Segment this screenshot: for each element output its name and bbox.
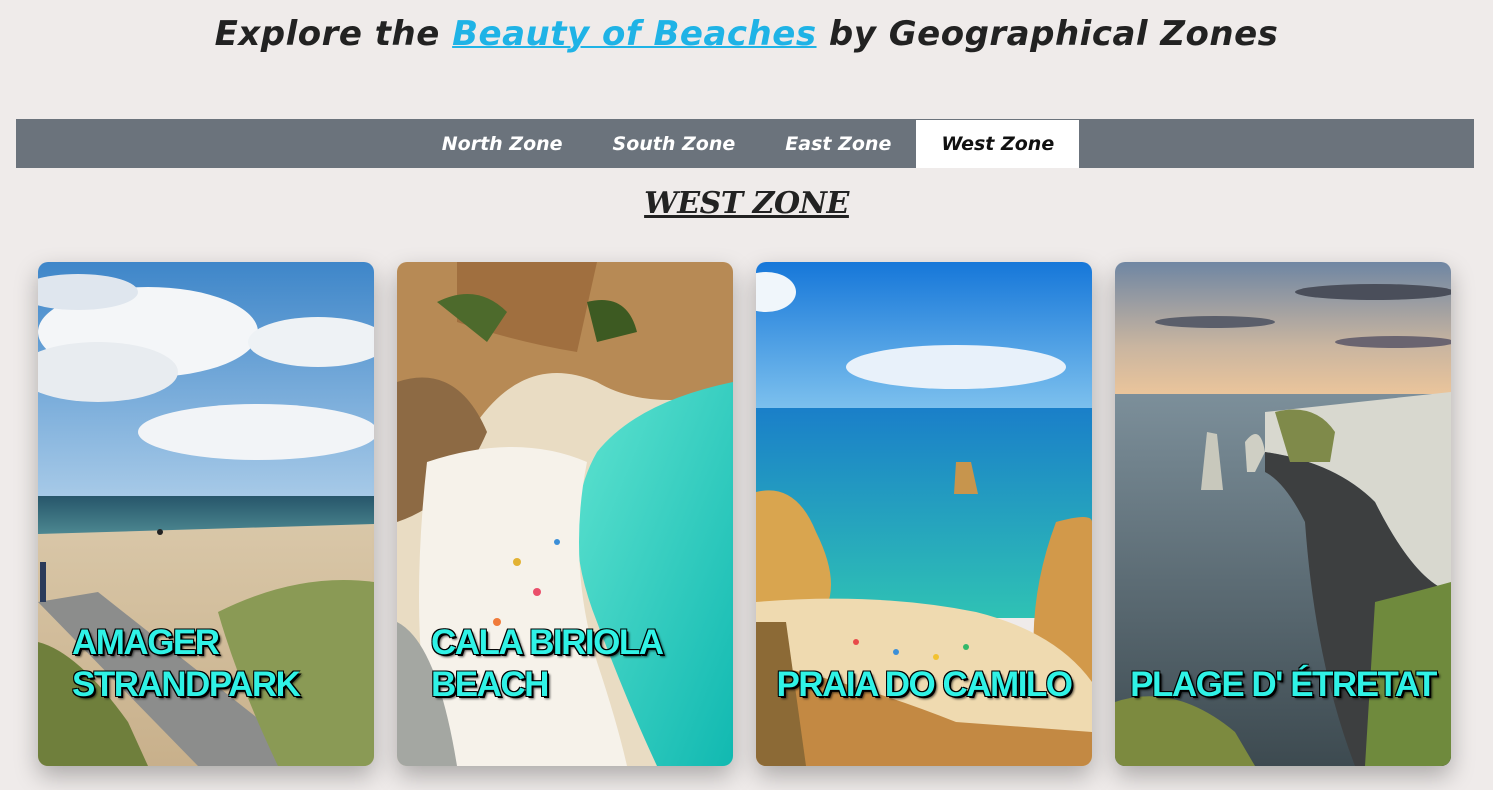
zone-tab-bar: North Zone South Zone East Zone West Zon…	[16, 119, 1474, 168]
tab-south-zone[interactable]: South Zone	[588, 119, 761, 168]
beach-name: CALA BIRIOLA BEACH	[431, 623, 663, 704]
section-heading: WEST ZONE	[644, 186, 849, 221]
beach-name: PRAIA DO CAMILO	[776, 665, 1073, 704]
beach-name: PLAGE D' ÉTRETAT	[1130, 665, 1437, 704]
beauty-of-beaches-link[interactable]: Beauty of Beaches	[452, 14, 816, 54]
title-suffix: by Geographical Zones	[828, 14, 1279, 54]
tab-north-zone[interactable]: North Zone	[417, 119, 588, 168]
title-prefix: Explore the	[214, 14, 440, 54]
beach-card-plage-etretat[interactable]: PLAGE D' ÉTRETAT	[1115, 262, 1451, 766]
beach-card-praia-do-camilo[interactable]: PRAIA DO CAMILO	[756, 262, 1092, 766]
tab-east-zone[interactable]: East Zone	[760, 119, 916, 168]
beach-card-cala-biriola[interactable]: CALA BIRIOLA BEACH	[397, 262, 733, 766]
page-title: Explore the Beauty of Beaches by Geograp…	[0, 14, 1493, 54]
tab-west-zone[interactable]: West Zone	[916, 120, 1080, 168]
beach-card-amager-strandpark[interactable]: AMAGER STRANDPARK	[38, 262, 374, 766]
beach-card-list: AMAGER STRANDPARK CALA BIRIOLA BEACH PRA…	[38, 262, 1451, 766]
beach-name: AMAGER STRANDPARK	[72, 623, 301, 704]
